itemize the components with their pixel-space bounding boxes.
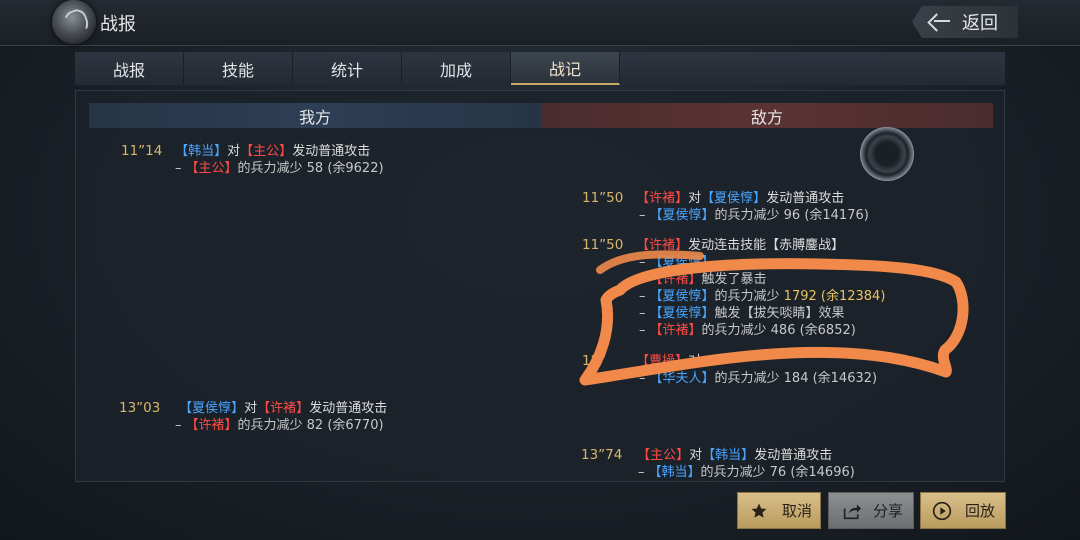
unit-name: 【韩当】 — [702, 448, 755, 463]
unit-name: 【韩当】 — [175, 144, 228, 159]
back-button[interactable]: 返回 — [912, 6, 1018, 38]
log-text: 的兵力减少 96 (余14176) — [714, 208, 869, 223]
back-arrow-icon — [928, 13, 950, 31]
log-text: 的兵力减少 — [714, 289, 780, 304]
loading-orb-icon — [860, 127, 914, 181]
unit-name: 【许褚】 — [257, 401, 310, 416]
tab-bar: 战报 技能 统计 加成 战记 — [75, 52, 1005, 85]
battle-log-panel[interactable]: 我方 敌方 11”14 【韩当】对【主公】发动普通攻击 – 【主公】的兵力减少 5… — [75, 90, 1005, 482]
unit-name: 【夏侯惇】 — [649, 208, 715, 223]
log-text: 对 — [689, 448, 703, 463]
share-button-label: 分享 — [873, 502, 904, 520]
unit-name: 【韩当】 — [648, 465, 701, 480]
our-side-header: 我方 — [89, 103, 541, 128]
log-text: 发动普通攻击 — [309, 401, 388, 416]
unit-name: 【主公】 — [637, 448, 690, 463]
log-text: 对 — [688, 191, 702, 206]
damage-value: 1792 — [783, 289, 817, 304]
share-icon — [841, 500, 863, 522]
replay-button-label: 回放 — [965, 502, 996, 520]
log-text: 触发了暴击 — [701, 272, 767, 287]
log-time: 13”03 — [119, 400, 161, 416]
log-entry: 12” 【曹操】对 – 【华夫人】的兵力减少 184 (余14632) — [582, 353, 877, 387]
star-icon — [748, 500, 770, 522]
remaining-value: (余12384) — [820, 289, 886, 304]
log-text: 触发【拔矢啖睛】效果 — [714, 306, 845, 321]
dash: – — [639, 306, 646, 321]
replay-button[interactable]: 回放 — [920, 492, 1006, 529]
top-bar: 战报 返回 — [0, 0, 1080, 46]
dash: – — [639, 272, 646, 287]
log-entry: 11”50 【许褚】对【夏侯惇】发动普通攻击 – 【夏侯惇】的兵力减少 96 (余… — [582, 190, 869, 224]
unit-name: 【主公】 — [185, 161, 238, 176]
tab-battle-log[interactable]: 战记 — [511, 52, 620, 85]
log-time: 11”50 — [582, 190, 624, 206]
unit-name: 【许褚】 — [636, 238, 689, 253]
page-title: 战报 — [100, 14, 136, 35]
log-text: 的兵力减少 486 (余6852) — [701, 323, 856, 338]
log-text: 发动普通攻击 — [292, 144, 371, 159]
log-text: 对 — [244, 401, 258, 416]
dash: – — [639, 289, 646, 304]
unit-name: 【华夫人】 — [649, 371, 715, 386]
log-time: 11”14 — [121, 143, 163, 159]
log-text: 发动普通攻击 — [766, 191, 845, 206]
log-time: 12” — [582, 353, 607, 369]
tab-skills[interactable]: 技能 — [184, 52, 293, 85]
log-time: 11”50 — [582, 237, 624, 253]
dash: – — [639, 208, 646, 223]
play-icon — [931, 500, 953, 522]
back-button-label: 返回 — [962, 13, 998, 34]
log-entry: 11”50 【许褚】发动连击技能【赤膊鏖战】 – 【夏侯惇】 – 【许褚】触发了暴击… — [582, 237, 885, 339]
enemy-side-header: 敌方 — [541, 103, 993, 128]
log-entry: 13”03 【夏侯惇】对【许褚】发动普通攻击 – 【许褚】的兵力减少 82 (余6… — [119, 400, 387, 434]
unit-name: 【许褚】 — [649, 323, 702, 338]
log-text: 对 — [688, 354, 702, 369]
unit-name: 【夏侯惇】 — [649, 306, 715, 321]
unit-name: 【许褚】 — [185, 418, 238, 433]
dragon-emblem-icon — [52, 0, 96, 44]
log-time: 13”74 — [581, 447, 623, 463]
log-entry: 11”14 【韩当】对【主公】发动普通攻击 – 【主公】的兵力减少 58 (余96… — [121, 143, 384, 177]
log-text: 发动连击技能【赤膊鏖战】 — [688, 238, 845, 253]
tab-statistics[interactable]: 统计 — [293, 52, 402, 85]
unit-name: 【夏侯惇】 — [649, 289, 715, 304]
unit-name: 【夏侯惇】 — [701, 191, 767, 206]
tab-bonus[interactable]: 加成 — [402, 52, 511, 85]
unit-name: 【曹操】 — [636, 354, 689, 369]
tab-report[interactable]: 战报 — [75, 52, 184, 85]
log-text: 的兵力减少 184 (余14632) — [714, 371, 878, 386]
log-text: 的兵力减少 58 (余9622) — [237, 161, 384, 176]
unit-name: 【夏侯惇】 — [179, 401, 245, 416]
unit-name: 【许褚】 — [649, 272, 702, 287]
cancel-button[interactable]: 取消 — [737, 492, 821, 529]
dash: – — [639, 255, 646, 270]
unit-name: 【夏侯惇】 — [649, 255, 715, 270]
dash: – — [175, 161, 182, 176]
share-button[interactable]: 分享 — [828, 492, 914, 529]
unit-name: 【许褚】 — [636, 191, 689, 206]
log-text: 的兵力减少 76 (余14696) — [700, 465, 855, 480]
log-text: 对 — [227, 144, 241, 159]
log-text: 的兵力减少 82 (余6770) — [237, 418, 384, 433]
log-text: 发动普通攻击 — [754, 448, 833, 463]
log-entry: 13”74 【主公】对【韩当】发动普通攻击 – 【韩当】的兵力减少 76 (余14… — [581, 447, 855, 481]
dash: – — [639, 323, 646, 338]
dash: – — [639, 371, 646, 386]
dash: – — [638, 465, 645, 480]
cancel-button-label: 取消 — [782, 502, 813, 520]
dash: – — [175, 418, 182, 433]
unit-name: 【主公】 — [240, 144, 293, 159]
